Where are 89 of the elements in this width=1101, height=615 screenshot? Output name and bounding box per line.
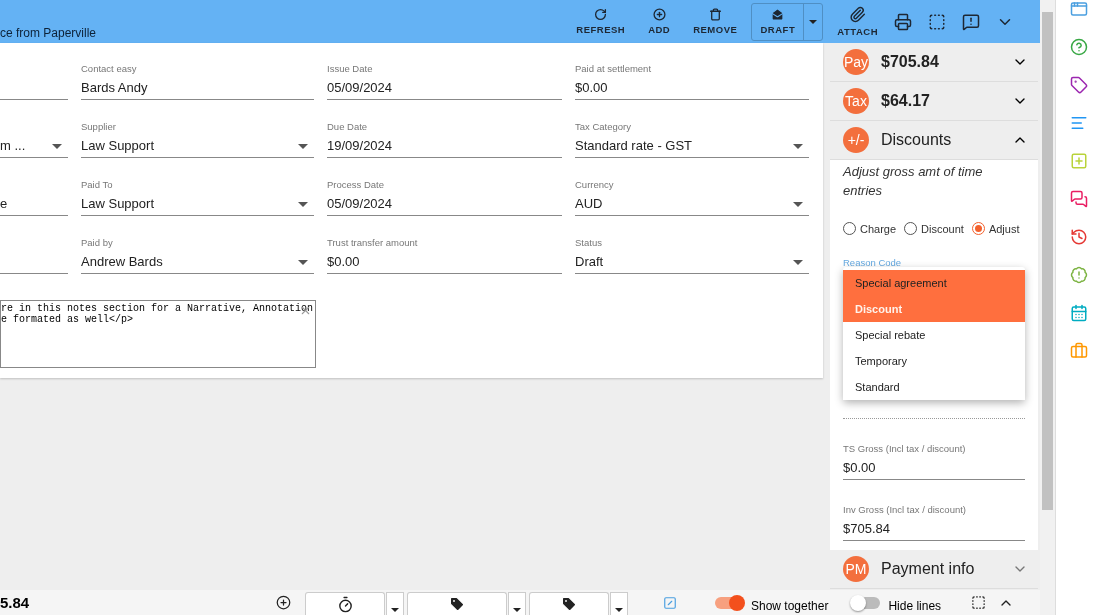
select-field[interactable]: m ... <box>0 113 68 158</box>
field-label: Tax Category <box>575 121 632 132</box>
field-label: Due Date <box>327 121 369 132</box>
total-amount: 5.84 <box>0 594 31 611</box>
menu-item[interactable]: Special rebate <box>843 322 1025 348</box>
summary-title: $64.17 <box>881 92 931 110</box>
add-icon <box>652 8 666 21</box>
field-label: Supplier <box>81 121 117 132</box>
notes-field[interactable]: re in this notes section for a Narrative, Annotation e formated as well</p> <box>0 300 316 368</box>
field-label: Paid by <box>81 237 114 248</box>
toggle-label: Hide lines <box>888 597 942 613</box>
toolbar-button[interactable]: ADD <box>633 0 686 43</box>
field-label: Contact easy <box>81 63 138 74</box>
select-field[interactable]: Paid To Law Support <box>81 171 314 216</box>
dropdown-caret-icon <box>52 144 62 149</box>
tag-icon <box>561 596 577 612</box>
radio-label: Adjust <box>988 222 1020 235</box>
radio-label: Discount <box>921 222 964 235</box>
dropdown-caret-button[interactable] <box>386 592 404 615</box>
select-field[interactable]: Status Draft <box>575 229 809 274</box>
stopwatch-icon <box>336 595 354 613</box>
dropdown-caret-icon <box>298 260 308 265</box>
toggle-switch[interactable] <box>715 596 743 609</box>
attach-button[interactable]: ATTACH <box>829 0 886 43</box>
timer-button[interactable] <box>305 592 385 615</box>
paperclip-icon <box>849 6 867 23</box>
toggle-label: Show together <box>751 597 829 613</box>
field-label: Issue Date <box>327 63 374 74</box>
page-title: ce from Paperville <box>0 25 98 40</box>
input-field[interactable]: TS Gross (Incl tax / discount) $0.00 <box>843 443 1025 480</box>
field-label: TS Gross (Incl tax / discount) <box>843 443 967 454</box>
summary-badge: Tax <box>843 88 869 114</box>
menu-item[interactable]: Special agreement <box>843 270 1025 296</box>
dropdown-caret-icon <box>793 260 803 265</box>
summary-title: Discounts <box>881 131 953 149</box>
input-field[interactable]: e <box>0 171 68 216</box>
select-field[interactable]: Supplier Law Support <box>81 113 314 158</box>
input-field[interactable]: Contact easy Bards Andy <box>81 55 314 100</box>
window-icon[interactable] <box>1069 0 1088 18</box>
lines-icon[interactable] <box>1069 114 1088 132</box>
help-icon[interactable] <box>1069 38 1088 56</box>
dropdown-caret-icon <box>793 144 803 149</box>
refresh-icon <box>594 8 608 21</box>
field-label: Reason Code <box>843 257 903 267</box>
toolbar-button[interactable]: REMOVE <box>685 0 746 43</box>
menu-item[interactable]: Standard <box>843 374 1025 400</box>
field-label: Trust transfer amount <box>327 237 419 248</box>
input-field[interactable]: Process Date 05/09/2024 <box>327 171 562 216</box>
input-field[interactable]: Issue Date 05/09/2024 <box>327 55 562 100</box>
select-field[interactable]: Paid by Andrew Bards <box>81 229 314 274</box>
scrollbar[interactable] <box>1040 0 1055 615</box>
briefcase-icon[interactable] <box>1069 342 1088 360</box>
input-field[interactable]: Inv Gross (Incl tax / discount) $705.84 <box>843 504 1025 541</box>
input-field[interactable]: Paid at settlement $0.00 <box>575 55 809 100</box>
summary-badge: Pay <box>843 49 869 75</box>
dropdown-caret-button[interactable] <box>508 592 526 615</box>
trash-icon <box>708 8 722 21</box>
radio-label: Charge <box>860 222 897 235</box>
dropdown-caret-button[interactable] <box>610 592 628 615</box>
select-field[interactable]: Currency AUD <box>575 171 809 216</box>
summary-title: $705.84 <box>881 53 940 71</box>
field-label: Inv Gross (Incl tax / discount) <box>843 504 967 515</box>
toggle-switch[interactable] <box>852 596 881 609</box>
alert-badge-icon[interactable] <box>1069 266 1088 284</box>
select-field[interactable]: Tax Category Standard rate - GST <box>575 113 809 158</box>
field-label: Paid at settlement <box>575 63 653 74</box>
input-field[interactable]: Trust transfer amount $0.00 <box>327 229 562 274</box>
field-label: Paid To <box>81 179 114 190</box>
tag-icon <box>449 596 465 612</box>
chat-icon[interactable] <box>1069 190 1088 208</box>
calendar-icon[interactable] <box>1069 304 1088 322</box>
toolbar-button[interactable]: REFRESH <box>568 0 634 43</box>
field-label: Process Date <box>327 179 386 190</box>
discount-description: Adjust gross amt of time entries <box>843 163 984 200</box>
tag-button[interactable] <box>529 592 609 615</box>
tag-button[interactable] <box>407 592 507 615</box>
summary-badge: PM <box>843 556 869 582</box>
dropdown-caret-icon <box>793 202 803 207</box>
field-label: Currency <box>575 179 615 190</box>
envelope-icon <box>771 8 785 21</box>
dropdown-caret-icon <box>298 202 308 207</box>
dropdown-caret-icon <box>298 144 308 149</box>
field-label: Status <box>575 237 603 248</box>
summary-badge: +/- <box>843 127 869 153</box>
summary-title: Payment info <box>881 560 976 578</box>
menu-item[interactable]: Temporary <box>843 348 1025 374</box>
tag-icon[interactable] <box>1069 76 1088 94</box>
input-field[interactable]: Due Date 19/09/2024 <box>327 113 562 158</box>
history-icon[interactable] <box>1069 228 1088 246</box>
